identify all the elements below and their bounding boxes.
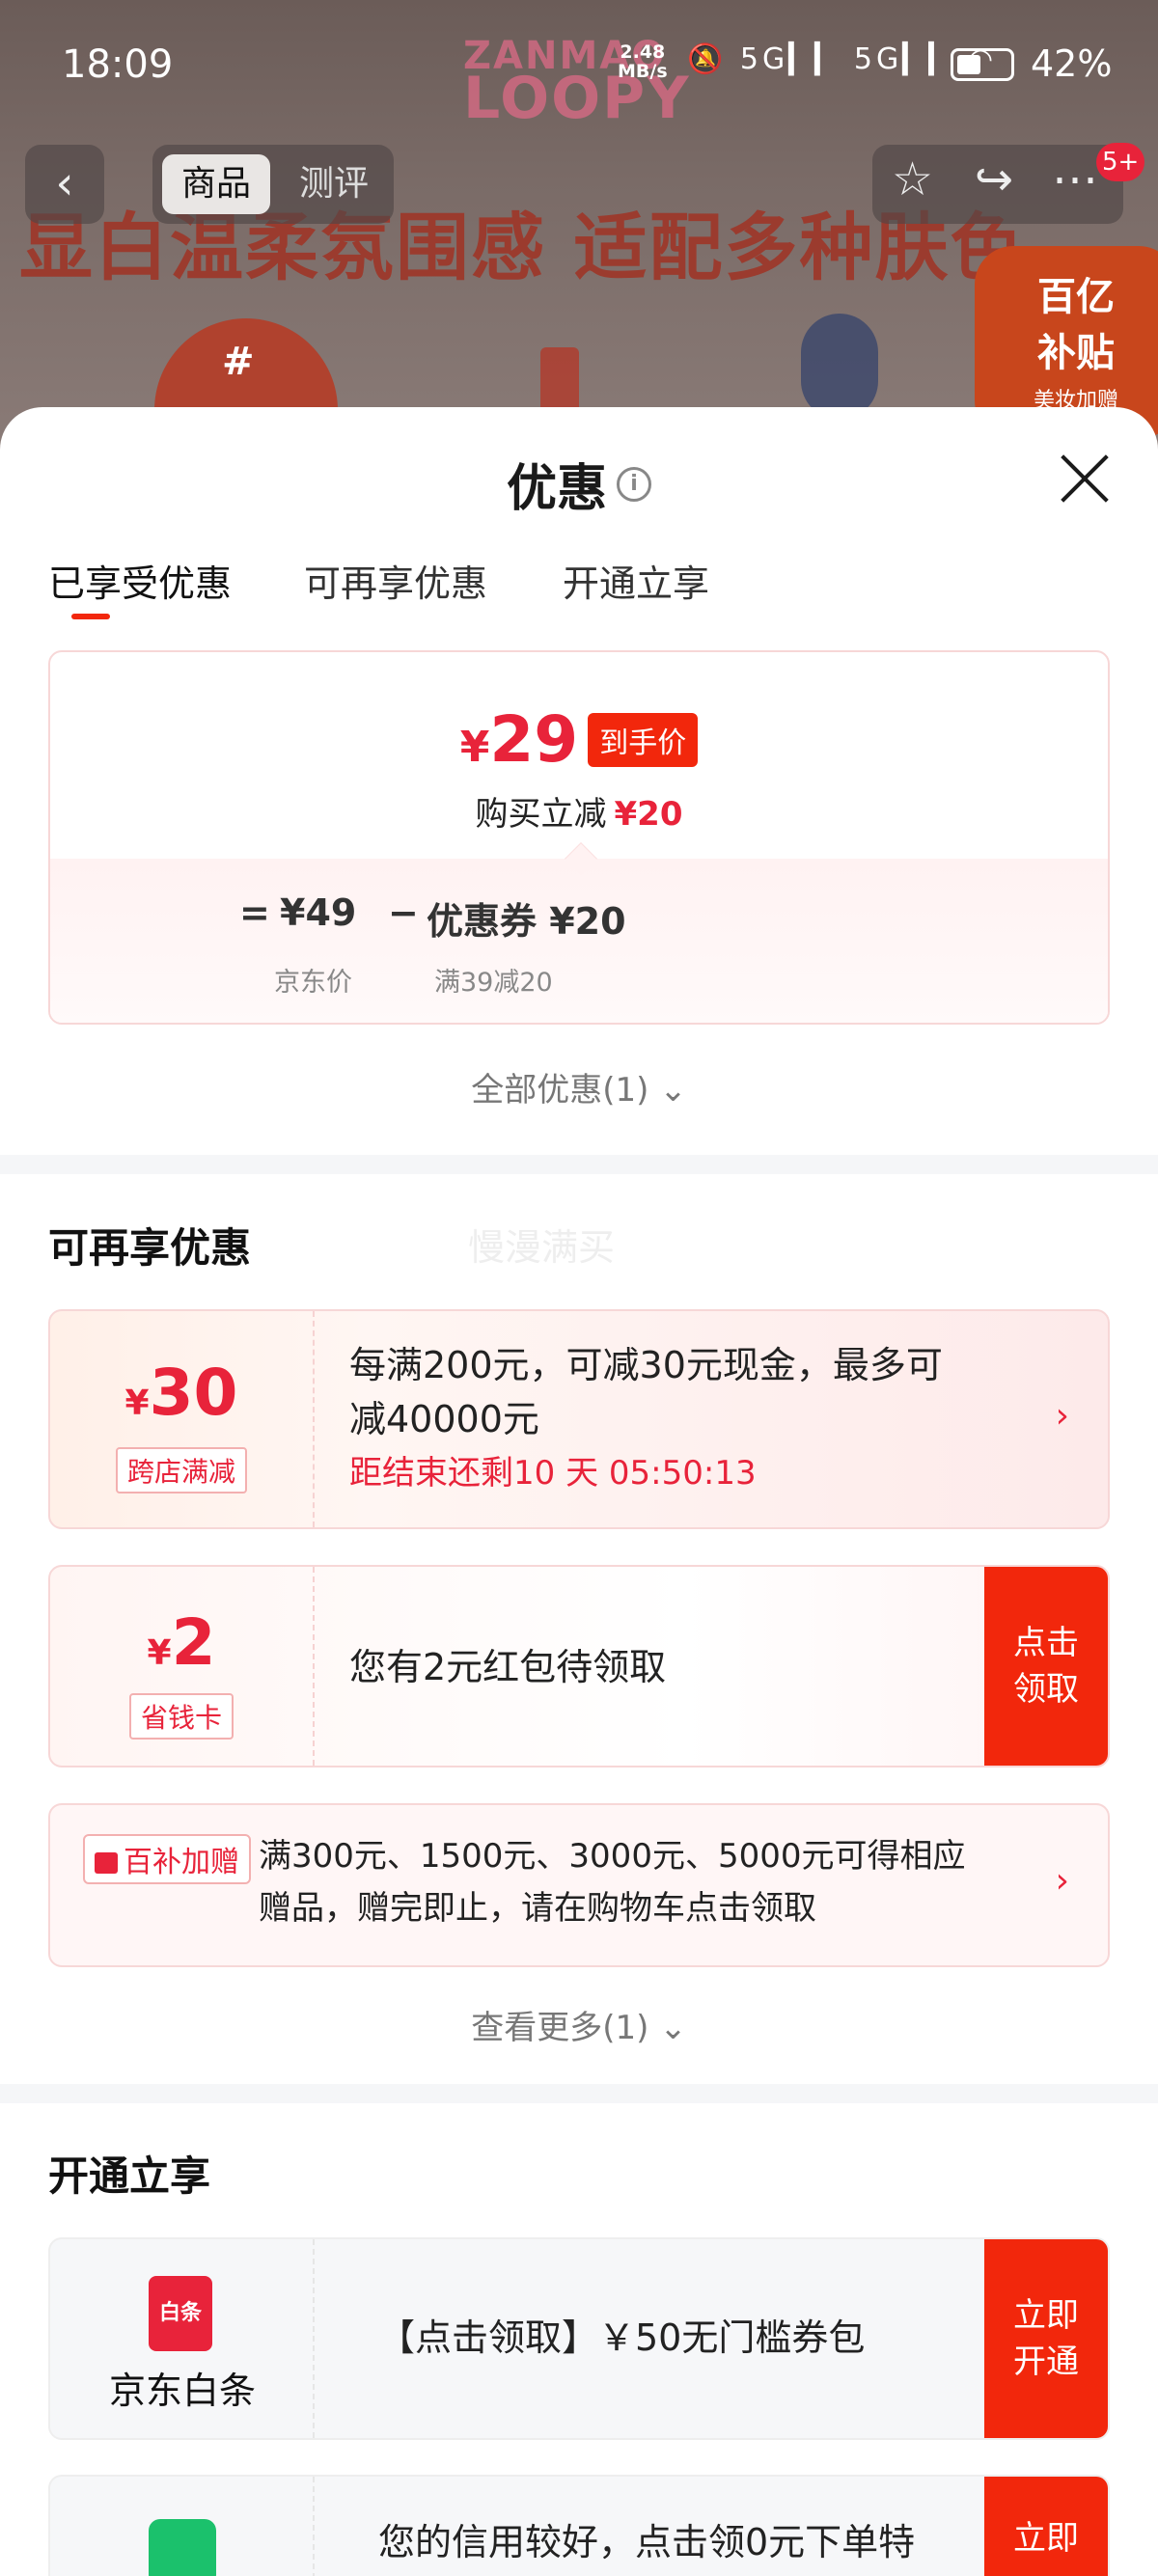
- credit-offer-card: 您的信用较好，点击领0元下单特 立即: [48, 2475, 1110, 2576]
- gift-desc-line1: 满300元、1500元、3000元、5000元可得相应: [259, 1837, 966, 1876]
- close-button[interactable]: [1057, 451, 1113, 507]
- gift-tag: 百补加赠: [83, 1834, 251, 1884]
- activate-line2: 开通: [1013, 2343, 1079, 2381]
- discount-sheet: 优惠 i 已享受优惠 可再享优惠 开通立享 ¥29 到手价 购买立减 ¥20 = ¥4…: [0, 407, 1158, 2576]
- offer-amount: ¥30: [124, 1356, 238, 1430]
- mute-icon: 🔕: [687, 42, 728, 76]
- baitiao-block: 白条 京东白条: [50, 2239, 315, 2438]
- jd-price-label: 京东价: [274, 968, 352, 998]
- baitiao-description: 【点击领取】￥50无门槛券包: [378, 2316, 866, 2359]
- offer-amount-block: ¥30 跨店满减: [50, 1311, 315, 1527]
- minus-sign: −: [388, 891, 419, 934]
- open-now-title: 开通立享: [48, 2152, 211, 2200]
- claim-line2: 领取: [1013, 1670, 1079, 1709]
- chevron-right-icon: ›: [1055, 1396, 1069, 1436]
- enjoyed-discount-card: ¥29 到手价 购买立减 ¥20 = ¥49 − 优惠券 ¥20 京东价 满39减2…: [48, 650, 1110, 1025]
- status-time: 18:09: [62, 42, 174, 87]
- baitiao-offer-card: 白条 京东白条 【点击领取】￥50无门槛券包 立即开通: [48, 2237, 1110, 2440]
- cellular-signal-icon: 5G▎▎ 5G▎▎: [739, 42, 955, 76]
- currency-symbol: ¥: [459, 723, 490, 772]
- network-speed-unit: MB/s: [618, 61, 668, 82]
- activate-credit-label: 立即: [1013, 2519, 1079, 2558]
- more-icon[interactable]: ⋯: [1052, 152, 1098, 206]
- final-price-value: 29: [489, 702, 579, 777]
- active-tab-indicator: [71, 614, 110, 619]
- product-decoration-graphic: [801, 314, 878, 420]
- sticker-text: #: [222, 340, 255, 384]
- cross-store-offer-card[interactable]: ¥30 跨店满减 每满200元，可减30元现金，最多可 减40000元 距结束还…: [48, 1309, 1110, 1529]
- offer-desc-line2: 减40000元: [349, 1398, 539, 1440]
- network-speed-value: 2.48: [620, 41, 666, 63]
- offer-amount-value: 30: [149, 1356, 238, 1430]
- chevron-left-icon: ‹: [55, 156, 74, 210]
- coupon-amount: 优惠券 ¥20: [427, 900, 626, 943]
- message-count-badge: 5+: [1096, 143, 1145, 181]
- offer-amount-value: 2: [171, 1605, 216, 1680]
- status-bar: 18:09 2.48 MB/s 🔕 5G▎▎ 5G▎▎ ◠ 42%: [0, 0, 1158, 125]
- final-price-row: ¥29 到手价: [50, 702, 1108, 777]
- jd-price: ¥49: [280, 891, 357, 934]
- baitiao-icon: 白条: [149, 2276, 212, 2351]
- activate-line1: 立即: [1013, 2296, 1079, 2335]
- claim-line1: 点击: [1013, 1624, 1079, 1662]
- tab-review[interactable]: 测评: [280, 154, 388, 214]
- baitiao-label: 京东白条: [108, 2370, 256, 2412]
- offer-description: 您有2元红包待领取: [349, 1646, 667, 1688]
- section-divider: [0, 2084, 1158, 2103]
- offer-countdown: 距结束还剩10 天 05:50:13: [349, 1454, 757, 1493]
- offer-amount-block: ¥2 省钱卡: [50, 1567, 315, 1766]
- reduction-amount: ¥20: [614, 795, 683, 834]
- more-offers-title: 可再享优惠: [48, 1224, 252, 1272]
- watermark-text: 慢漫满买: [468, 1226, 616, 1269]
- tab-enjoyed-discounts[interactable]: 已享受优惠: [48, 554, 232, 607]
- tab-product[interactable]: 商品: [162, 154, 270, 214]
- product-nav-tabs: 商品 测评: [152, 145, 394, 224]
- subsidy-badge-line2: 补贴: [1037, 331, 1115, 375]
- chevron-right-icon: ›: [1055, 1861, 1069, 1901]
- all-discounts-toggle[interactable]: 全部优惠(1) ⌄: [0, 1063, 1158, 1110]
- gift-desc-line2: 赠品，赠完即止，请在购物车点击领取: [259, 1889, 816, 1928]
- share-icon[interactable]: ↪: [975, 152, 1013, 206]
- equals-sign: =: [239, 891, 270, 934]
- activate-baitiao-button[interactable]: 立即 开通: [984, 2239, 1108, 2438]
- network-speed: 2.48 MB/s: [618, 42, 668, 81]
- credit-description: 您的信用较好，点击领0元下单特: [378, 2521, 916, 2563]
- back-button[interactable]: ‹: [25, 145, 104, 224]
- sheet-title-text: 优惠: [506, 460, 607, 518]
- instant-reduction: 购买立减 ¥20: [50, 787, 1108, 835]
- battery-icon: [951, 48, 1014, 81]
- offer-amount: ¥2: [147, 1605, 216, 1680]
- gift-description: 满300元、1500元、3000元、5000元可得相应 赠品，赠完即止，请在购物…: [259, 1830, 965, 1934]
- gift-offer-card[interactable]: 百补加赠 满300元、1500元、3000元、5000元可得相应 赠品，赠完即止…: [48, 1803, 1110, 1967]
- subsidy-badge-line1: 百亿: [1037, 275, 1115, 319]
- star-icon[interactable]: ☆: [892, 152, 933, 206]
- saver-card-offer: ¥2 省钱卡 您有2元红包待领取 点击领取: [48, 1565, 1110, 1768]
- view-more-toggle[interactable]: 查看更多(1) ⌄: [0, 2001, 1158, 2048]
- info-icon[interactable]: i: [617, 466, 651, 502]
- product-actions: ☆ ↪ ⋯: [872, 145, 1123, 224]
- offer-description: 每满200元，可减30元现金，最多可 减40000元 距结束还剩10 天 05:…: [349, 1338, 943, 1500]
- offer-type-badge: 跨店满减: [115, 1447, 247, 1494]
- section-divider: [0, 1155, 1158, 1174]
- coupon-rule: 满39减20: [434, 968, 553, 998]
- credit-block: [50, 2477, 315, 2576]
- claim-button[interactable]: 点击 领取: [984, 1567, 1108, 1766]
- final-price: ¥29: [460, 702, 578, 777]
- gift-tag-label: 百补加赠: [124, 1846, 239, 1879]
- battery-percent: 42%: [1031, 42, 1113, 85]
- tab-open-now[interactable]: 开通立享: [563, 554, 709, 607]
- gift-icon: [95, 1852, 118, 1874]
- sheet-title: 优惠 i: [0, 448, 1158, 520]
- tab-more-discounts[interactable]: 可再享优惠: [304, 554, 487, 607]
- offer-desc-line1: 每满200元，可减30元现金，最多可: [349, 1344, 943, 1386]
- activate-credit-button[interactable]: 立即: [984, 2477, 1108, 2576]
- reduction-label: 购买立减: [475, 795, 607, 834]
- final-price-tag: 到手价: [588, 712, 699, 767]
- shopping-bag-icon: [149, 2519, 216, 2576]
- offer-type-badge: 省钱卡: [128, 1693, 234, 1740]
